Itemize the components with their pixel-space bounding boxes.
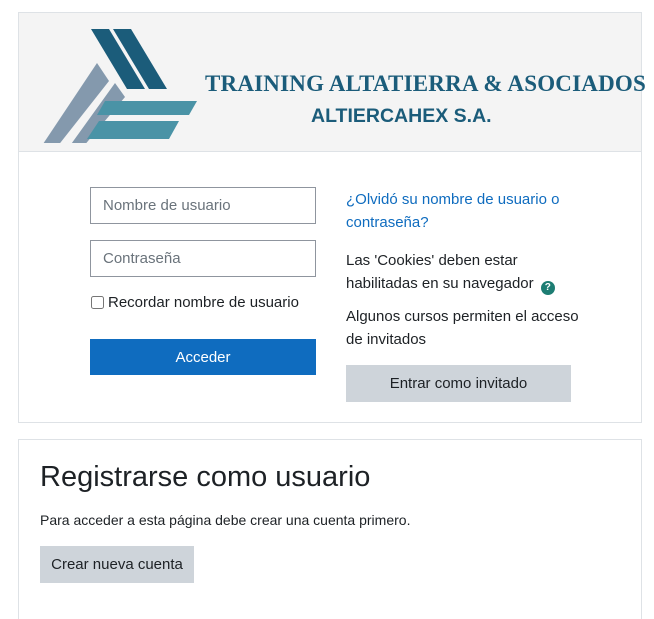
- login-button[interactable]: Acceder: [90, 339, 316, 375]
- login-card: TRAINING ALTATIERRA & ASOCIADOS ALTIERCA…: [18, 12, 646, 423]
- org-subtitle: ALTIERCAHEX S.A.: [311, 105, 492, 127]
- site-header: TRAINING ALTATIERRA & ASOCIADOS ALTIERCA…: [19, 13, 646, 152]
- remember-username[interactable]: Recordar nombre de usuario: [90, 294, 299, 311]
- company-logo: [43, 29, 197, 143]
- signup-description: Para acceder a esta página debe crear un…: [40, 512, 411, 528]
- org-title: TRAINING ALTATIERRA & ASOCIADOS: [205, 71, 646, 96]
- signup-card: Registrarse como usuario Para acceder a …: [18, 439, 642, 619]
- username-input[interactable]: [90, 187, 316, 224]
- guest-access-text: Algunos cursos permiten el acceso de inv…: [346, 308, 579, 348]
- password-input[interactable]: [90, 240, 316, 277]
- forgot-credentials-link[interactable]: ¿Olvidó su nombre de usuario o contraseñ…: [346, 188, 606, 234]
- remember-username-label: Recordar nombre de usuario: [108, 294, 299, 311]
- create-account-button[interactable]: Crear nueva cuenta: [40, 546, 194, 583]
- cookies-notice-text: Las 'Cookies' deben estar habilitadas en…: [346, 252, 534, 292]
- question-circle-icon[interactable]: ?: [540, 281, 555, 295]
- cookies-notice: Las 'Cookies' deben estar habilitadas en…: [346, 249, 586, 295]
- guest-login-button[interactable]: Entrar como invitado: [346, 365, 571, 402]
- signup-title: Registrarse como usuario: [40, 461, 371, 493]
- remember-username-checkbox[interactable]: [91, 296, 104, 309]
